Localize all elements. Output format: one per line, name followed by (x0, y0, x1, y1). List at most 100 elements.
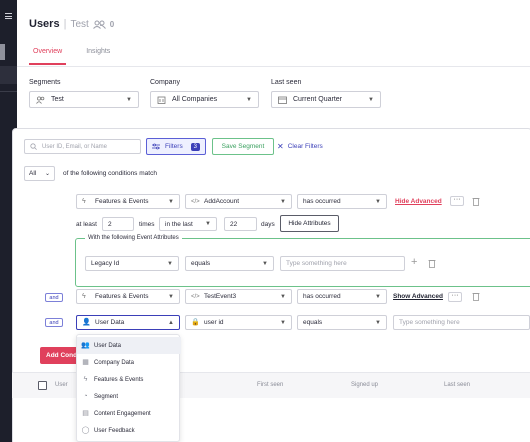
attribute-name-select[interactable]: Legacy Id ▼ (85, 256, 179, 271)
code-icon: </> (191, 198, 200, 205)
show-advanced-link[interactable]: Show Advanced (393, 293, 443, 300)
tab-insights[interactable]: Insights (82, 48, 114, 65)
menu-item-user-feedback[interactable]: ◯ User Feedback (77, 422, 181, 439)
menu-item-content-engagement[interactable]: ▤ Content Engagement (77, 405, 181, 422)
condition3-value-input[interactable]: Type something here (393, 315, 530, 330)
menu-item-label: User Feedback (94, 427, 135, 434)
trash-icon[interactable] (472, 197, 480, 206)
sidebar-item-active[interactable] (0, 66, 17, 84)
segments-value: Test (51, 96, 64, 103)
hide-attributes-button[interactable]: Hide Attributes (280, 215, 339, 232)
condition1-event-select[interactable]: </> AddAccount ▼ (185, 194, 292, 209)
last-seen-dropdown[interactable]: Current Quarter ▼ (271, 91, 381, 108)
user-count: 0 (109, 19, 115, 29)
trash-icon[interactable] (428, 259, 436, 268)
condition2-operator-select[interactable]: has occurred ▼ (297, 289, 387, 304)
condition2-type-value: Features & Events (95, 293, 149, 300)
company-dropdown[interactable]: All Companies ▼ (150, 91, 259, 108)
attribute-name-value: Legacy Id (91, 260, 120, 267)
attribute-value-input[interactable]: Type something here (280, 256, 405, 271)
trash-icon[interactable] (472, 292, 480, 301)
condition1-operator-value: has occurred (303, 198, 341, 205)
and-tag[interactable]: and (45, 318, 63, 327)
menu-item-label: Features & Events (94, 376, 144, 383)
condition1-operator-select[interactable]: has occurred ▼ (297, 194, 387, 209)
condition2-event-value: TestEvent3 (204, 293, 237, 300)
lock-icon: 🔒 (191, 318, 200, 326)
chevron-down-icon: ▼ (375, 319, 381, 326)
sliders-icon (152, 143, 160, 150)
filters-button[interactable]: Filters 3 (146, 138, 206, 155)
chevron-down-icon: ▼ (168, 198, 174, 205)
segment-icon: ◔ (83, 393, 88, 400)
chevron-down-icon: ▼ (262, 260, 268, 267)
chevron-down-icon: ▼ (280, 198, 286, 205)
condition3-value-placeholder: Type something here (399, 319, 460, 326)
condition3-operator-select[interactable]: equals ▼ (297, 315, 387, 330)
more-options-icon[interactable]: ··· (448, 292, 462, 302)
sidebar-item-indicator[interactable] (0, 44, 5, 60)
tab-bar: Overview Insights (29, 48, 114, 65)
condition2-type-select[interactable]: ϟ Features & Events ▼ (76, 289, 180, 304)
condition3-field-select[interactable]: 🔒 user id ▼ (185, 315, 292, 330)
menu-item-company-data[interactable]: ▦ Company Data (77, 354, 181, 371)
search-placeholder: User ID, Email, or Name (42, 143, 108, 150)
column-header-first-seen[interactable]: First seen (257, 382, 283, 388)
condition2-operator-value: has occurred (303, 293, 341, 300)
page-header: Users | Test 0 (29, 18, 114, 30)
code-icon: </> (191, 293, 200, 300)
calendar-icon (278, 96, 287, 104)
company-label: Company (150, 79, 180, 86)
segments-dropdown[interactable]: Test ▼ (29, 91, 139, 108)
condition3-type-select[interactable]: 👤 User Data ▲ (76, 315, 180, 330)
content-icon: ▤ (82, 410, 89, 417)
condition1-type-value: Features & Events (95, 198, 149, 205)
condition1-type-select[interactable]: ϟ Features & Events ▼ (76, 194, 180, 209)
match-operator-select[interactable]: All ⌄ (24, 166, 55, 181)
chevron-down-icon: ▼ (375, 293, 381, 300)
sidebar-divider (0, 91, 17, 92)
save-segment-button[interactable]: Save Segment (212, 138, 274, 155)
range-select[interactable]: in the last ▼ (159, 217, 217, 231)
tab-overview[interactable]: Overview (29, 48, 67, 65)
menu-item-features-events[interactable]: ϟ Features & Events (77, 371, 181, 388)
clear-filters-button[interactable]: ✕ Clear Filters (277, 138, 323, 155)
column-header-last-seen[interactable]: Last seen (444, 382, 470, 388)
more-options-icon[interactable]: ··· (450, 196, 464, 206)
condition2-event-select[interactable]: </> TestEvent3 ▼ (185, 289, 292, 304)
add-condition-button[interactable]: Add Condi (40, 347, 80, 364)
condition3-field-value: user id (204, 319, 224, 326)
column-header-user[interactable]: User (55, 382, 68, 388)
app-name: Test (70, 18, 89, 30)
times-label: times (139, 221, 155, 228)
attribute-operator-select[interactable]: equals ▼ (185, 256, 274, 271)
days-input[interactable]: 22 (224, 217, 257, 231)
match-operator-value: All (29, 170, 37, 177)
title-separator: | (63, 18, 67, 30)
column-header-signed-up[interactable]: Signed up (351, 382, 378, 388)
user-icon: 👥 (81, 342, 90, 349)
filters-count-badge: 3 (190, 142, 200, 151)
days-label: days (261, 221, 275, 228)
select-all-checkbox[interactable] (38, 381, 47, 390)
users-icon (92, 20, 106, 29)
tabs-divider (17, 66, 530, 67)
menu-item-segment[interactable]: ◔ Segment (77, 388, 181, 405)
hide-advanced-link[interactable]: Hide Advanced (395, 198, 442, 205)
chevron-down-icon: ▼ (280, 319, 286, 326)
bolt-icon: ϟ (83, 376, 88, 383)
count-input[interactable]: 2 (102, 217, 134, 231)
search-input[interactable]: User ID, Email, or Name (24, 139, 141, 154)
condition3-operator-value: equals (303, 319, 323, 326)
add-icon[interactable]: + (411, 256, 417, 268)
close-icon: ✕ (277, 142, 284, 151)
bolt-icon: ϟ (82, 197, 86, 205)
chevron-down-icon: ▼ (168, 293, 174, 300)
users-icon (36, 95, 45, 104)
and-tag[interactable]: and (45, 293, 63, 302)
menu-icon[interactable] (5, 13, 12, 19)
event-attributes-title: With the following Event Attributes (85, 235, 182, 241)
clear-filters-label: Clear Filters (287, 143, 323, 150)
at-least-label: at least (76, 221, 97, 228)
menu-item-user-data[interactable]: 👥 User Data (77, 337, 181, 354)
